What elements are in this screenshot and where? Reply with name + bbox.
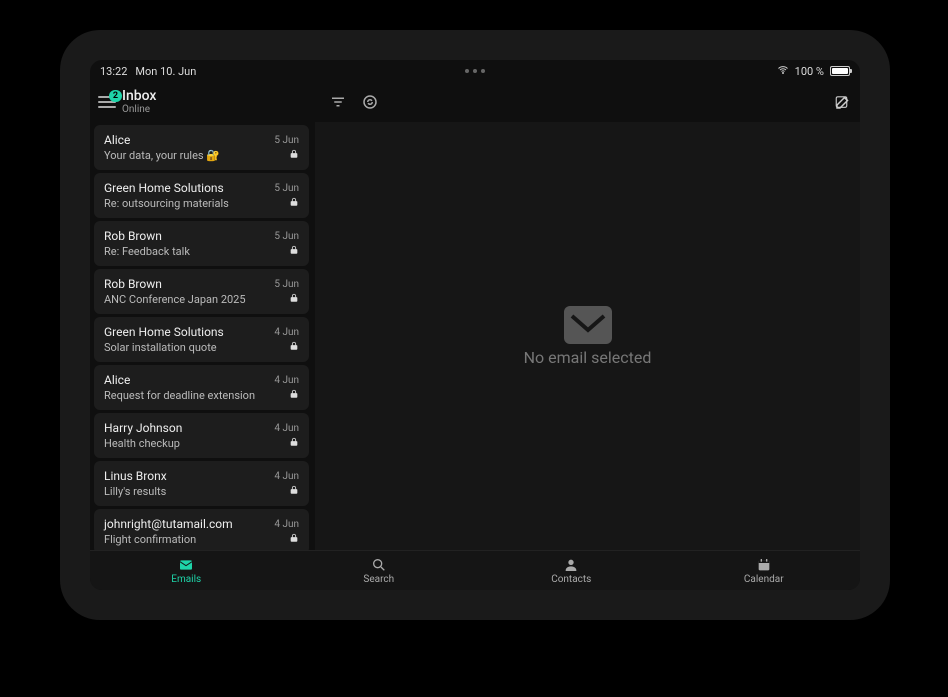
email-item[interactable]: Rob Brown 5 Jun Re: Feedback talk <box>94 221 309 266</box>
email-item[interactable]: Harry Johnson 4 Jun Health checkup <box>94 413 309 458</box>
encrypted-icon <box>289 437 299 450</box>
encrypted-icon <box>289 293 299 306</box>
email-date: 4 Jun <box>274 519 299 530</box>
tablet-frame: 13:22 Mon 10. Jun 100 % 2 <box>60 30 890 620</box>
screen: 13:22 Mon 10. Jun 100 % 2 <box>90 60 860 590</box>
email-item[interactable]: Green Home Solutions 5 Jun Re: outsourcing… <box>94 173 309 218</box>
email-item[interactable]: Alice 4 Jun Request for deadline extension <box>94 365 309 410</box>
connection-status: Online <box>122 104 156 115</box>
tab-label: Search <box>363 574 394 585</box>
encrypted-icon <box>289 389 299 402</box>
battery-pct: 100 % <box>795 65 824 78</box>
status-bar: 13:22 Mon 10. Jun 100 % <box>90 60 860 82</box>
sync-icon[interactable] <box>361 93 379 111</box>
email-subject: Your data, your rules 🔐 <box>104 149 220 162</box>
email-sender: Rob Brown <box>104 277 162 291</box>
tab-bar: Emails Search Contacts Calendar <box>90 550 860 590</box>
status-date: Mon 10. Jun <box>135 65 196 78</box>
email-item[interactable]: johnright@tutamail.com 4 Jun Flight confir… <box>94 509 309 550</box>
email-sender: Rob Brown <box>104 229 162 243</box>
empty-preview-text: No email selected <box>524 348 652 367</box>
tab-calendar[interactable]: Calendar <box>724 557 804 585</box>
encrypted-icon <box>289 245 299 258</box>
email-sender: Harry Johnson <box>104 421 182 435</box>
email-subject: ANC Conference Japan 2025 <box>104 293 246 306</box>
status-time: 13:22 <box>100 65 127 78</box>
encrypted-icon <box>289 341 299 354</box>
email-subject: Health checkup <box>104 437 180 450</box>
compose-button[interactable] <box>834 93 852 111</box>
email-date: 4 Jun <box>274 327 299 338</box>
folder-title: Inbox <box>122 89 156 104</box>
app-header: 2 Inbox Online <box>90 82 860 122</box>
email-date: 4 Jun <box>274 375 299 386</box>
battery-icon <box>830 66 850 76</box>
encrypted-icon <box>289 149 299 162</box>
email-sender: Alice <box>104 133 130 147</box>
email-subject: Re: outsourcing materials <box>104 197 229 210</box>
tab-emails[interactable]: Emails <box>146 557 226 585</box>
email-date: 5 Jun <box>274 183 299 194</box>
email-sender: Linus Bronx <box>104 469 167 483</box>
multitask-dots[interactable] <box>465 69 485 73</box>
filter-icon[interactable] <box>329 93 347 111</box>
unread-badge: 2 <box>109 90 122 102</box>
email-sender: Green Home Solutions <box>104 325 224 339</box>
email-subject: Request for deadline extension <box>104 389 255 402</box>
tab-contacts[interactable]: Contacts <box>531 557 611 585</box>
email-subject: Re: Feedback talk <box>104 245 190 258</box>
email-item[interactable]: Rob Brown 5 Jun ANC Conference Japan 2025 <box>94 269 309 314</box>
email-date: 4 Jun <box>274 423 299 434</box>
menu-button[interactable]: 2 <box>98 96 116 108</box>
envelope-icon <box>564 306 612 348</box>
tab-label: Calendar <box>744 574 784 585</box>
tab-label: Emails <box>171 574 201 585</box>
encrypted-icon <box>289 197 299 210</box>
email-date: 5 Jun <box>274 279 299 290</box>
encrypted-icon <box>289 485 299 498</box>
email-item[interactable]: Alice 5 Jun Your data, your rules 🔐 <box>94 125 309 170</box>
tab-search[interactable]: Search <box>339 557 419 585</box>
email-subject: Lilly's results <box>104 485 166 498</box>
email-sender: johnright@tutamail.com <box>104 517 233 531</box>
preview-pane: No email selected <box>315 122 860 550</box>
email-date: 5 Jun <box>274 231 299 242</box>
email-item[interactable]: Linus Bronx 4 Jun Lilly's results <box>94 461 309 506</box>
email-sender: Green Home Solutions <box>104 181 224 195</box>
email-date: 4 Jun <box>274 471 299 482</box>
email-list[interactable]: Alice 5 Jun Your data, your rules 🔐 Green H… <box>90 122 315 550</box>
email-date: 5 Jun <box>274 135 299 146</box>
email-item[interactable]: Green Home Solutions 4 Jun Solar installat… <box>94 317 309 362</box>
email-subject: Solar installation quote <box>104 341 217 354</box>
tab-label: Contacts <box>551 574 591 585</box>
encrypted-icon <box>289 533 299 546</box>
email-sender: Alice <box>104 373 130 387</box>
wifi-icon <box>777 64 789 79</box>
email-subject: Flight confirmation <box>104 533 196 546</box>
